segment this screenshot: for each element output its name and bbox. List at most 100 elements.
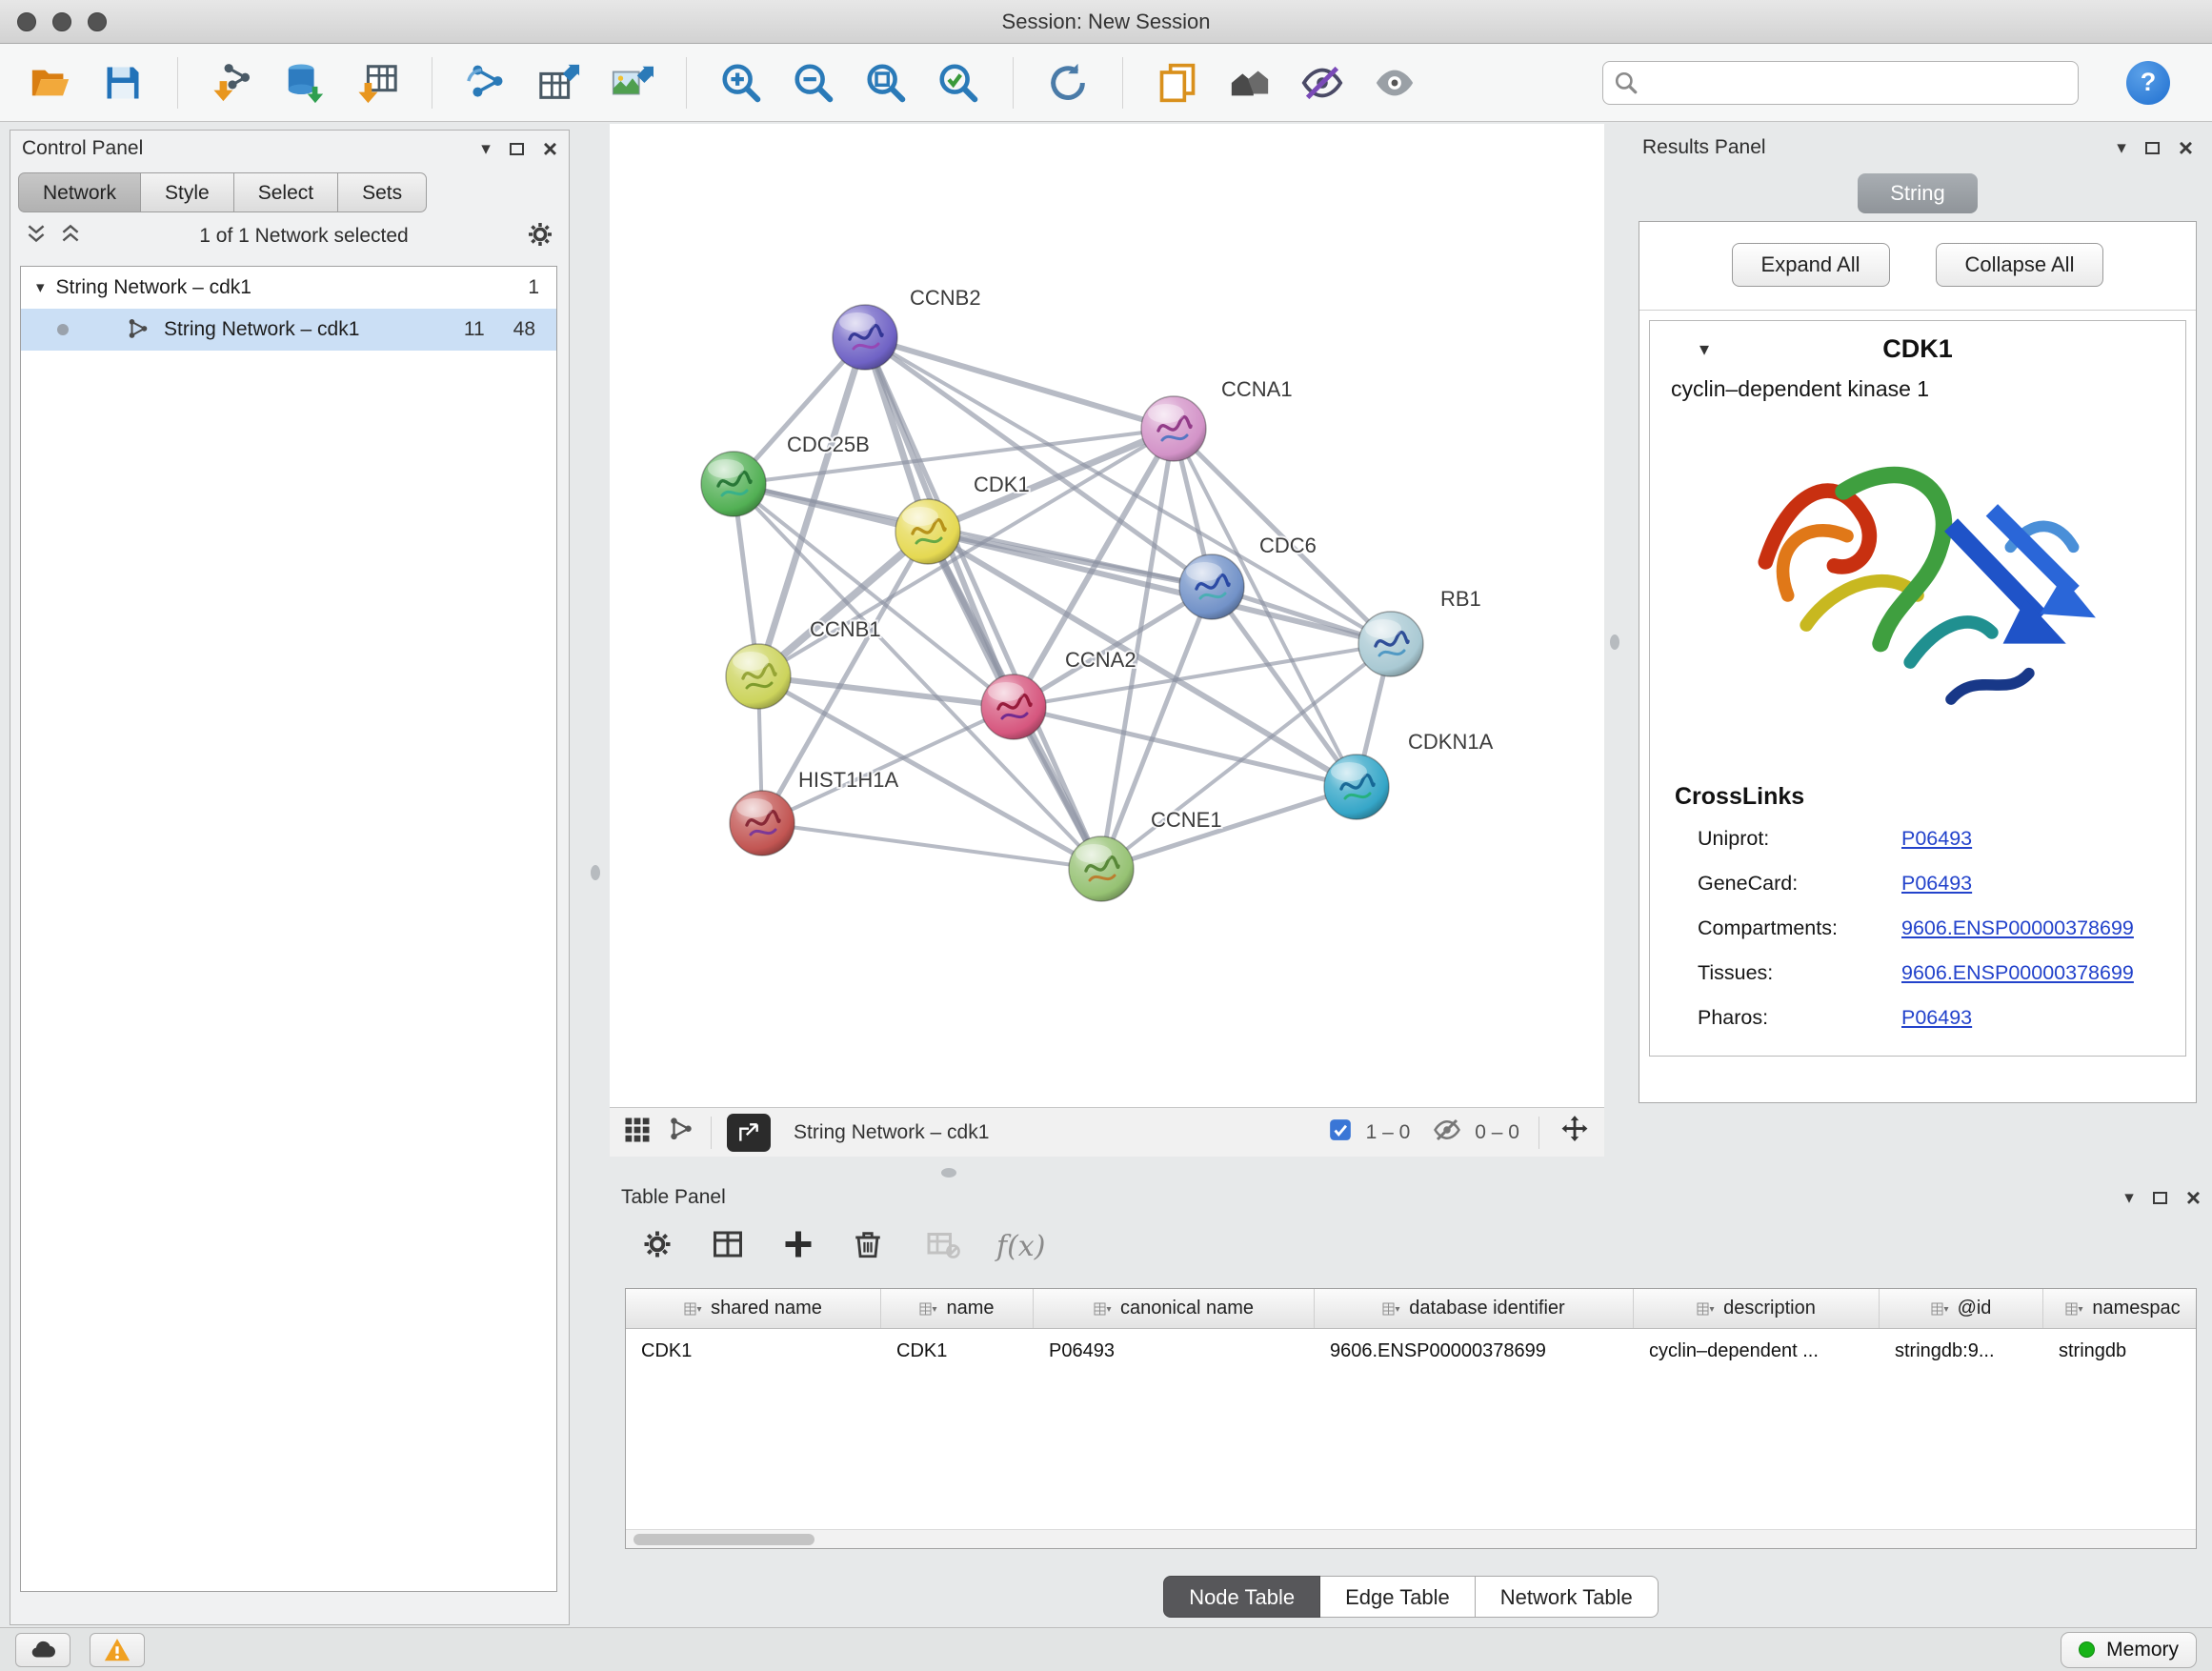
tab-network[interactable]: Network [18, 172, 141, 212]
table-panel-collapse-icon[interactable]: ▾ [2124, 1187, 2134, 1209]
network-canvas[interactable]: CCNB2CCNA1CDC25BCDK1CDC6RB1CCNB1CCNA2CDK… [610, 124, 1604, 1107]
collapse-all-tree-icon[interactable] [24, 222, 49, 252]
results-panel-float-icon[interactable] [2145, 142, 2160, 154]
search-input[interactable] [1602, 61, 2079, 105]
zoom-fit-button[interactable] [860, 57, 912, 109]
function-builder-icon[interactable]: f(x) [996, 1230, 1045, 1263]
table-horizontal-scrollbar[interactable] [626, 1529, 2196, 1548]
network-node-RB1[interactable]: RB1 [1358, 587, 1481, 676]
crosslink-value-link[interactable]: P06493 [1901, 827, 1972, 851]
crosslink-value-link[interactable]: 9606.ENSP00000378699 [1901, 916, 2134, 940]
network-node-CCNB1[interactable]: CCNB1 [726, 617, 881, 709]
column-header-canonical-name[interactable]: canonical name [1034, 1289, 1315, 1328]
tree-expand-icon[interactable]: ▾ [36, 278, 45, 297]
network-node-HIST1H1A[interactable]: HIST1H1A [730, 768, 898, 856]
birdseye-view-button[interactable] [727, 1114, 771, 1152]
network-view[interactable]: CCNB2CCNA1CDC25BCDK1CDC6RB1CCNB1CCNA2CDK… [610, 124, 1604, 1107]
zoom-out-button[interactable] [788, 57, 839, 109]
import-table-button[interactable] [352, 57, 403, 109]
column-header-id[interactable]: @id [1880, 1289, 2043, 1328]
edge-HIST1H1A-CCNE1[interactable] [762, 823, 1101, 869]
table-panel-float-icon[interactable] [2153, 1192, 2167, 1204]
control-panel-collapse-icon[interactable]: ▾ [481, 138, 491, 160]
section-collapse-icon[interactable]: ▾ [1699, 337, 1709, 361]
copy-button[interactable] [1152, 57, 1203, 109]
bottom-splitter-handle[interactable] [941, 1168, 956, 1178]
edge-CCNB2-CCNA1[interactable] [865, 337, 1174, 429]
selected-checkbox-icon[interactable] [1328, 1117, 1353, 1148]
control-panel-close-icon[interactable]: × [543, 139, 557, 158]
save-session-button[interactable] [97, 57, 149, 109]
scrollbar-thumb[interactable] [633, 1534, 814, 1545]
new-network-button[interactable] [461, 57, 513, 109]
results-panel-close-icon[interactable]: × [2179, 138, 2193, 157]
network-collection-row[interactable]: ▾ String Network – cdk1 1 [21, 267, 556, 309]
add-column-icon[interactable] [781, 1227, 815, 1266]
zoom-in-button[interactable] [715, 57, 767, 109]
table-cell: CDK1 [881, 1340, 1034, 1362]
column-header-database-identifier[interactable]: database identifier [1315, 1289, 1634, 1328]
network-node-CCNB2[interactable]: CCNB2 [833, 286, 981, 370]
import-network-file-button[interactable] [207, 57, 258, 109]
network-collection-label: String Network – cdk1 [56, 276, 251, 299]
expand-all-button[interactable]: Expand All [1732, 243, 1890, 287]
import-network-database-button[interactable] [279, 57, 331, 109]
network-node-CDC25B[interactable]: CDC25B [701, 433, 870, 516]
edge-CCNA2-HIST1H1A[interactable] [762, 707, 1014, 823]
hide-elements-button[interactable] [1297, 57, 1348, 109]
network-share-icon[interactable] [667, 1116, 695, 1150]
export-table-button[interactable] [533, 57, 585, 109]
tab-select[interactable]: Select [234, 172, 338, 212]
network-node-CCNA2[interactable]: CCNA2 [981, 648, 1136, 739]
expand-all-tree-icon[interactable] [58, 222, 83, 252]
tab-node-table[interactable]: Node Table [1163, 1576, 1320, 1618]
zoom-selected-button[interactable] [933, 57, 984, 109]
network-row-selected[interactable]: String Network – cdk1 11 48 [21, 309, 556, 351]
memory-button[interactable]: Memory [2061, 1632, 2197, 1668]
crosslink-value-link[interactable]: P06493 [1901, 1006, 1972, 1030]
crosslink-value-link[interactable]: 9606.ENSP00000378699 [1901, 961, 2134, 985]
column-header-shared-name[interactable]: shared name [626, 1289, 881, 1328]
tab-network-table[interactable]: Network Table [1476, 1576, 1659, 1618]
home-view-button[interactable] [1224, 57, 1276, 109]
table-panel-close-icon[interactable]: × [2186, 1188, 2201, 1207]
refresh-button[interactable] [1042, 57, 1094, 109]
control-panel-float-icon[interactable] [510, 143, 524, 155]
edge-CCNB1-CCNA2[interactable] [758, 676, 1014, 707]
show-elements-button[interactable] [1369, 57, 1420, 109]
hidden-eye-slash-icon[interactable] [1433, 1116, 1461, 1150]
protein-section-header[interactable]: ▾ CDK1 [1650, 321, 2185, 376]
grid-view-icon[interactable] [623, 1116, 652, 1150]
tab-style[interactable]: Style [141, 172, 234, 212]
left-splitter-handle[interactable] [591, 865, 600, 880]
warning-button[interactable] [90, 1633, 145, 1667]
results-panel-collapse-icon[interactable]: ▾ [2117, 137, 2126, 159]
show-columns-icon[interactable] [711, 1227, 745, 1266]
minimize-window-button[interactable] [52, 12, 71, 31]
delete-column-icon[interactable] [852, 1228, 884, 1265]
table-settings-gear-icon[interactable] [640, 1227, 674, 1266]
tab-string[interactable]: String [1858, 173, 1977, 213]
network-node-CDKN1A[interactable]: CDKN1A [1324, 730, 1494, 819]
column-header-description[interactable]: description [1634, 1289, 1880, 1328]
close-window-button[interactable] [17, 12, 36, 31]
export-image-button[interactable] [606, 57, 657, 109]
table-row[interactable]: CDK1CDK1P064939606.ENSP00000378699cyclin… [626, 1329, 2196, 1373]
pan-move-icon[interactable] [1558, 1114, 1591, 1152]
network-node-CCNA1[interactable]: CCNA1 [1141, 377, 1293, 461]
crosslink-value-link[interactable]: P06493 [1901, 872, 1972, 896]
help-button[interactable]: ? [2126, 61, 2170, 105]
tab-edge-table[interactable]: Edge Table [1320, 1576, 1476, 1618]
edge-CCNB2-CCNE1[interactable] [865, 337, 1101, 869]
network-options-gear-icon[interactable] [525, 219, 555, 254]
tab-sets[interactable]: Sets [338, 172, 427, 212]
open-session-button[interactable] [25, 57, 76, 109]
edge-CDKN1A-CCNE1[interactable] [1101, 787, 1357, 869]
cloud-button[interactable] [15, 1633, 70, 1667]
column-header-namespac[interactable]: namespac [2043, 1289, 2197, 1328]
column-header-name[interactable]: name [881, 1289, 1034, 1328]
right-splitter-handle[interactable] [1610, 634, 1619, 650]
collapse-all-button[interactable]: Collapse All [1936, 243, 2104, 287]
edge-CCNB2-RB1[interactable] [865, 337, 1391, 644]
zoom-window-button[interactable] [88, 12, 107, 31]
